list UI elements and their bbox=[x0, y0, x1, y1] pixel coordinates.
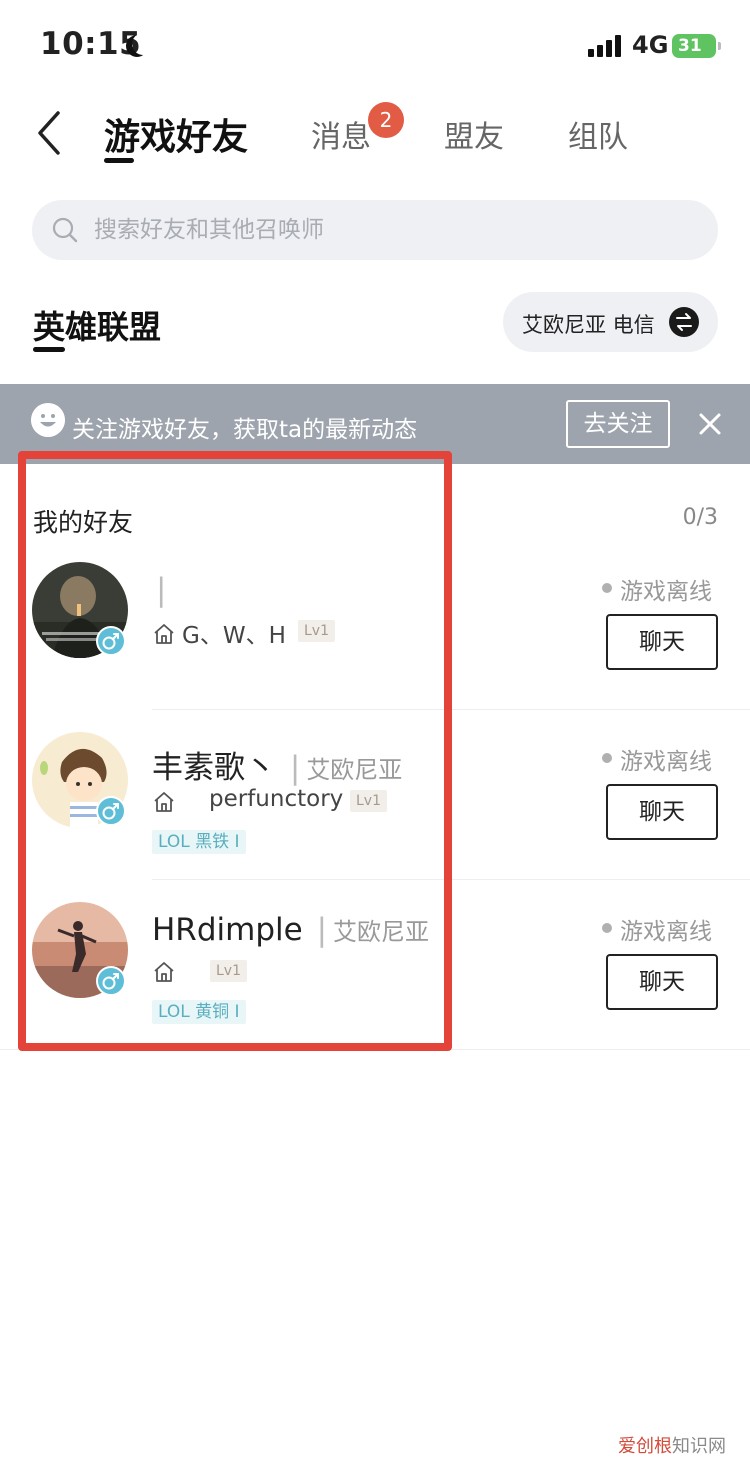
moon-icon bbox=[132, 33, 154, 55]
tab-allies[interactable]: 盟友 bbox=[444, 112, 504, 156]
chat-button[interactable]: 聊天 bbox=[606, 784, 718, 840]
friends-section-title: 我的好友 bbox=[33, 508, 134, 537]
follow-banner: 关注游戏好友，获取ta的最新动态 去关注 bbox=[0, 384, 750, 464]
offline-dot bbox=[602, 753, 612, 763]
watermark: 爱创根知识网 bbox=[618, 1436, 726, 1457]
friend-server: 艾欧尼亚 bbox=[333, 918, 430, 946]
friend-name: HRdimple | 艾欧尼亚 bbox=[152, 912, 430, 948]
status-bar: 10:15 4G 31 bbox=[0, 0, 750, 92]
friend-status: 游戏离线 bbox=[620, 919, 712, 945]
chat-button[interactable]: 聊天 bbox=[606, 614, 718, 670]
row-divider bbox=[152, 879, 750, 880]
friend-status: 游戏离线 bbox=[620, 749, 712, 775]
friend-name: | bbox=[156, 572, 167, 608]
home-icon bbox=[154, 962, 174, 982]
offline-dot bbox=[602, 923, 612, 933]
tab-messages[interactable]: 消息 bbox=[311, 112, 371, 156]
server-label: 艾欧尼亚 电信 bbox=[522, 313, 655, 337]
rank-badge: LOL 黄铜 I bbox=[152, 1000, 246, 1024]
male-icon bbox=[96, 966, 126, 996]
friend-row[interactable]: | G、W、H Lv1 游戏离线 聊天 bbox=[0, 562, 750, 732]
friend-signature: perfunctory bbox=[209, 786, 344, 812]
friend-status: 游戏离线 bbox=[620, 579, 712, 605]
row-divider bbox=[152, 709, 750, 710]
network-type: 4G bbox=[632, 31, 669, 59]
home-icon bbox=[154, 624, 174, 644]
friend-row[interactable]: HRdimple | 艾欧尼亚 Lv1 LOL 黄铜 I 游戏离线 聊天 bbox=[0, 902, 750, 1072]
level-badge: Lv1 bbox=[298, 620, 335, 642]
swap-icon bbox=[669, 307, 699, 337]
search-icon bbox=[52, 217, 78, 243]
rank-badge: LOL 黑铁 I bbox=[152, 830, 246, 854]
banner-text: 关注游戏好友，获取ta的最新动态 bbox=[72, 417, 418, 443]
messages-badge: 2 bbox=[368, 102, 404, 138]
game-title[interactable]: 英雄联盟 bbox=[33, 302, 161, 348]
offline-dot bbox=[602, 583, 612, 593]
battery-icon: 31 bbox=[672, 34, 721, 58]
level-badge: Lv1 bbox=[210, 960, 247, 982]
tab-active-indicator bbox=[104, 158, 134, 163]
smiley-icon bbox=[31, 403, 65, 437]
friends-online-count: 0/3 bbox=[682, 505, 718, 530]
battery-level: 31 bbox=[678, 36, 702, 56]
search-input[interactable] bbox=[94, 200, 694, 260]
friend-server: 艾欧尼亚 bbox=[306, 756, 403, 784]
tab-team[interactable]: 组队 bbox=[568, 112, 628, 156]
friend-row[interactable]: 丰素歌丶 | 艾欧尼亚 perfunctory Lv1 LOL 黑铁 I 游戏离线… bbox=[0, 732, 750, 902]
signal-icon bbox=[588, 35, 624, 57]
home-icon bbox=[154, 792, 174, 812]
male-icon bbox=[96, 626, 126, 656]
tab-game-friends[interactable]: 游戏好友 bbox=[104, 108, 248, 160]
row-divider bbox=[0, 1049, 750, 1050]
friend-signature: G、W、H bbox=[182, 623, 286, 649]
friend-name: 丰素歌丶 | 艾欧尼亚 bbox=[152, 750, 403, 786]
follow-button[interactable]: 去关注 bbox=[566, 400, 670, 448]
level-badge: Lv1 bbox=[350, 790, 387, 812]
male-icon bbox=[96, 796, 126, 826]
game-tab-indicator bbox=[33, 347, 65, 352]
server-switch-button[interactable]: 艾欧尼亚 电信 bbox=[503, 292, 718, 352]
status-time: 10:15 bbox=[40, 26, 142, 62]
close-icon[interactable] bbox=[696, 410, 724, 438]
chat-button[interactable]: 聊天 bbox=[606, 954, 718, 1010]
back-arrow-icon[interactable] bbox=[34, 110, 74, 156]
search-bar[interactable] bbox=[32, 200, 718, 260]
